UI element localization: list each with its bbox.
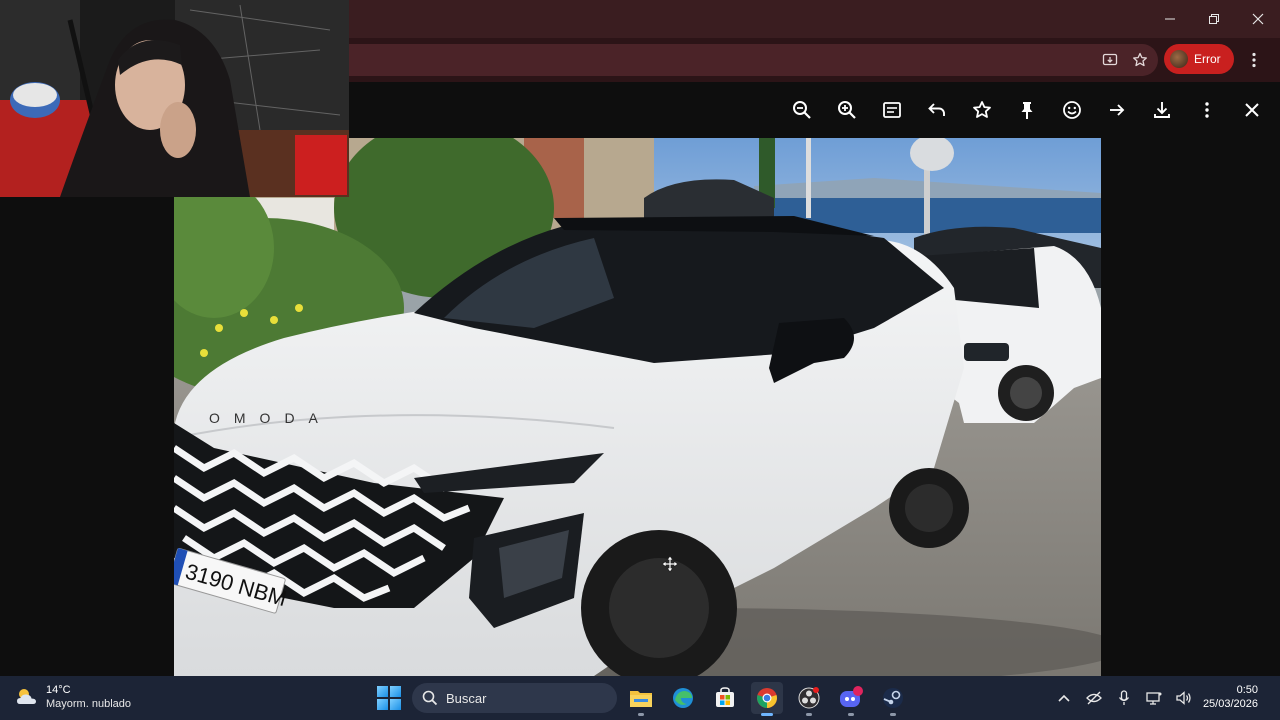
chrome-menu-button[interactable] [1244, 48, 1264, 72]
close-window-icon [1252, 13, 1264, 25]
steam-icon [883, 688, 903, 708]
discord-icon [840, 686, 863, 707]
zoom-out-icon[interactable] [792, 100, 812, 120]
pinned-apps [625, 682, 909, 716]
store-icon [716, 687, 734, 707]
network-icon[interactable] [1145, 689, 1163, 707]
undo-icon[interactable] [927, 100, 947, 120]
caption-icon[interactable] [882, 100, 902, 120]
car-photo-illustration: OMODA 3190 NBM [174, 138, 1101, 676]
install-app-icon[interactable] [1100, 50, 1120, 70]
taskbar-search[interactable]: Buscar [412, 683, 617, 713]
obs-app[interactable] [793, 682, 825, 716]
car-brand-lettering: OMODA [209, 410, 332, 426]
restore-button[interactable] [1192, 0, 1236, 38]
bookmark-star-icon[interactable] [1130, 50, 1150, 70]
obs-icon [798, 687, 820, 709]
taskbar: 14°C Mayorm. nublado Buscar 0:50 25/03/2… [0, 676, 1280, 720]
minimize-icon [1165, 18, 1175, 20]
address-bar[interactable] [300, 44, 1158, 76]
weather-description: Mayorm. nublado [46, 698, 131, 710]
system-clock[interactable]: 0:50 25/03/2026 [1203, 683, 1258, 711]
clock-date: 25/03/2026 [1202, 698, 1258, 710]
windows-logo-icon [390, 686, 401, 697]
more-vert-icon[interactable] [1197, 100, 1217, 120]
clock-time: 0:50 [1236, 684, 1258, 696]
forward-arrow-icon[interactable] [1107, 100, 1127, 120]
close-window-button[interactable] [1236, 0, 1280, 38]
app-indicator [848, 713, 854, 716]
app-indicator [761, 713, 773, 716]
weather-widget[interactable]: 14°C Mayorm. nublado [14, 683, 131, 711]
pin-icon[interactable] [1017, 100, 1037, 120]
profile-button[interactable]: Error [1164, 44, 1234, 74]
webcam-overlay [0, 0, 349, 197]
speaker-icon[interactable] [1175, 689, 1193, 707]
windows-logo-icon [377, 686, 388, 697]
chrome-app[interactable] [751, 682, 783, 716]
microsoft-store-app[interactable] [709, 682, 741, 714]
more-vert-icon [1252, 52, 1256, 68]
emoji-icon[interactable] [1062, 100, 1082, 120]
webcam-feed-illustration [0, 0, 349, 197]
discord-app[interactable] [835, 682, 867, 716]
chrome-icon [757, 688, 777, 708]
microphone-icon[interactable] [1115, 689, 1133, 707]
profile-status-label: Error [1194, 52, 1221, 66]
windows-logo-icon [390, 699, 401, 710]
cloudy-weather-icon [17, 689, 36, 704]
search-icon [422, 690, 438, 706]
minimize-button[interactable] [1148, 0, 1192, 38]
chevron-up-icon[interactable] [1055, 689, 1073, 707]
window-controls [1148, 0, 1280, 38]
start-button[interactable] [377, 686, 401, 710]
windows-logo-icon [377, 699, 388, 710]
system-tray [1055, 686, 1193, 710]
folder-icon [630, 691, 652, 707]
omnibox-actions [1100, 44, 1150, 76]
star-icon[interactable] [972, 100, 992, 120]
restore-icon [1209, 14, 1219, 24]
file-explorer-app[interactable] [625, 682, 657, 716]
close-icon[interactable] [1242, 100, 1262, 120]
car-photo: OMODA 3190 NBM [174, 138, 1101, 676]
viewer-toolbar [792, 92, 1262, 128]
app-indicator [890, 713, 896, 716]
download-icon[interactable] [1152, 100, 1172, 120]
steam-app[interactable] [877, 682, 909, 716]
avatar [1170, 50, 1188, 68]
edge-icon [673, 688, 693, 708]
app-indicator [806, 713, 812, 716]
search-placeholder: Buscar [446, 690, 487, 706]
weather-temperature: 14°C [46, 684, 71, 696]
zoom-in-icon[interactable] [837, 100, 857, 120]
eye-slash-icon[interactable] [1085, 689, 1103, 707]
edge-app[interactable] [667, 682, 699, 714]
app-indicator [638, 713, 644, 716]
